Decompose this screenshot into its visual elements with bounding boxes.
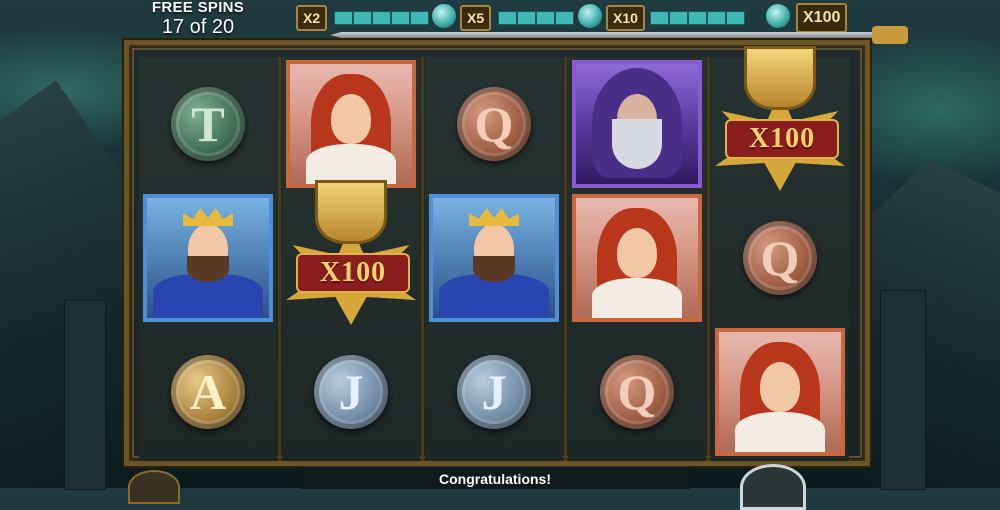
multiplier-label: X100: [725, 119, 839, 159]
multiplier-x100: X100: [796, 3, 848, 33]
multiplier-meter: X2 X5 X10 X100: [296, 2, 856, 33]
meter-segment: [650, 11, 669, 25]
multiplier-x2: X2: [296, 5, 328, 31]
symbol-wizard: [568, 57, 706, 191]
letter-q-icon: Q: [457, 87, 531, 161]
chalice-icon: X100: [282, 183, 420, 333]
king-portrait-icon: [143, 194, 273, 322]
symbol-coin-j: J: [282, 325, 420, 459]
lady-portrait-icon: [286, 60, 416, 188]
free-spins-counter: FREE SPINS 17 of 20: [140, 0, 256, 42]
chalice-icon: X100: [711, 49, 849, 199]
letter-j-icon: J: [314, 355, 388, 429]
letter-j-icon: J: [457, 355, 531, 429]
free-spins-count: 17 of 20: [161, 16, 235, 38]
symbol-coin-t: T: [139, 57, 277, 191]
symbol-lady: [568, 191, 706, 325]
multiplier-x10: X10: [606, 5, 645, 31]
multiplier-label: X100: [296, 253, 410, 293]
menu-button[interactable]: [128, 470, 180, 504]
symbol-king: [139, 191, 277, 325]
meter-segment: [555, 11, 574, 25]
meter-segment: [372, 11, 391, 25]
meter-segment: [707, 11, 726, 25]
meter-segment: [334, 11, 353, 25]
king-portrait-icon: [429, 194, 559, 322]
meter-segment: [688, 11, 707, 25]
symbol-coin-q: Q: [568, 325, 706, 459]
letter-a-icon: A: [171, 355, 245, 429]
reel-separator: [421, 57, 424, 461]
spin-button[interactable]: [740, 464, 806, 510]
castle-tower-left: [64, 300, 106, 490]
letter-q-icon: Q: [600, 355, 674, 429]
symbol-coin-a: A: [139, 325, 277, 459]
reel-separator: [707, 57, 710, 461]
win-message: Congratulations!: [300, 466, 690, 489]
lady-portrait-icon: [715, 328, 845, 456]
lady-portrait-icon: [572, 194, 702, 322]
meter-segment: [669, 11, 688, 25]
meter-segment: [391, 11, 410, 25]
symbol-coin-q: Q: [711, 191, 849, 325]
symbol-chalice-multiplier: X100: [711, 49, 849, 191]
symbol-lady: [282, 57, 420, 191]
free-spins-title: FREE SPINS: [151, 0, 245, 16]
reel-frame: T A X100 J Q J Q X100 Q: [124, 40, 870, 466]
sword-decoration: [330, 32, 890, 38]
meter-segment: [517, 11, 536, 25]
sword-hilt-icon: [872, 26, 908, 44]
reel-separator: [278, 57, 281, 461]
meter-segment: [498, 11, 517, 25]
meter-orb-icon: [766, 4, 790, 28]
letter-t-icon: T: [171, 87, 245, 161]
meter-segment: [410, 11, 429, 25]
meter-segment: [536, 11, 555, 25]
meter-segment: [726, 11, 745, 25]
meter-orb-icon: [432, 4, 456, 28]
symbol-coin-q: Q: [425, 57, 563, 191]
wizard-portrait-icon: [572, 60, 702, 188]
symbol-lady: [711, 325, 849, 459]
meter-orb-icon: [578, 4, 602, 28]
symbol-king: [425, 191, 563, 325]
symbol-chalice-multiplier: X100: [282, 183, 420, 325]
castle-tower-right: [880, 290, 926, 490]
symbol-coin-j: J: [425, 325, 563, 459]
letter-q-icon: Q: [743, 221, 817, 295]
meter-segment: [353, 11, 372, 25]
reel-separator: [564, 57, 567, 461]
multiplier-x5: X5: [460, 5, 492, 31]
